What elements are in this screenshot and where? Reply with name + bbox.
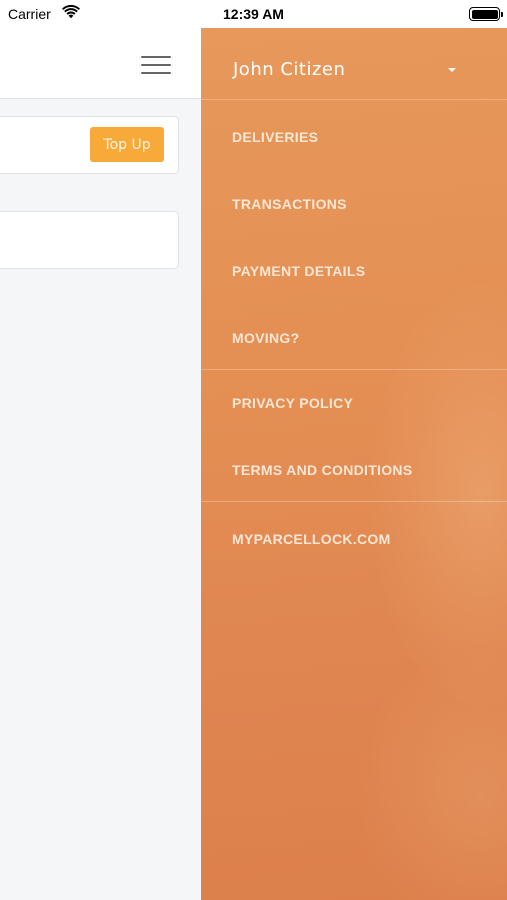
menu-item-terms-and-conditions[interactable]: TERMS AND CONDITIONS	[201, 450, 507, 490]
side-menu: John Citizen DELIVERIES TRANSACTIONS PAY…	[201, 25, 507, 900]
menu-item-label: MOVING?	[232, 330, 300, 346]
menu-item-deliveries[interactable]: DELIVERIES	[201, 117, 507, 157]
clock: 12:39 AM	[223, 6, 284, 22]
menu-item-label: TRANSACTIONS	[232, 196, 347, 212]
menu-item-transactions[interactable]: TRANSACTIONS	[201, 184, 507, 224]
menu-item-payment-details[interactable]: PAYMENT DETAILS	[201, 251, 507, 291]
status-bar: Carrier 12:39 AM	[0, 0, 507, 28]
menu-item-privacy-policy[interactable]: PRIVACY POLICY	[201, 383, 507, 423]
top-up-button[interactable]: Top Up	[90, 127, 164, 162]
menu-item-label: TERMS AND CONDITIONS	[232, 462, 413, 478]
menu-item-label: PAYMENT DETAILS	[232, 263, 366, 279]
battery-icon	[469, 7, 503, 21]
balance-card: Top Up	[0, 116, 179, 174]
menu-divider	[201, 369, 507, 370]
info-card	[0, 211, 179, 269]
menu-item-myparcellock-link[interactable]: MYPARCELLOCK.COM	[201, 519, 507, 559]
menu-item-moving[interactable]: MOVING?	[201, 318, 507, 358]
hamburger-menu-icon[interactable]	[141, 56, 171, 76]
user-name: John Citizen	[233, 59, 346, 80]
menu-item-label: DELIVERIES	[232, 129, 319, 145]
user-account-dropdown[interactable]: John Citizen	[201, 25, 507, 100]
caret-down-icon	[448, 68, 456, 72]
menu-item-label: MYPARCELLOCK.COM	[232, 531, 391, 547]
menu-item-label: PRIVACY POLICY	[232, 395, 354, 411]
menu-divider	[201, 501, 507, 502]
